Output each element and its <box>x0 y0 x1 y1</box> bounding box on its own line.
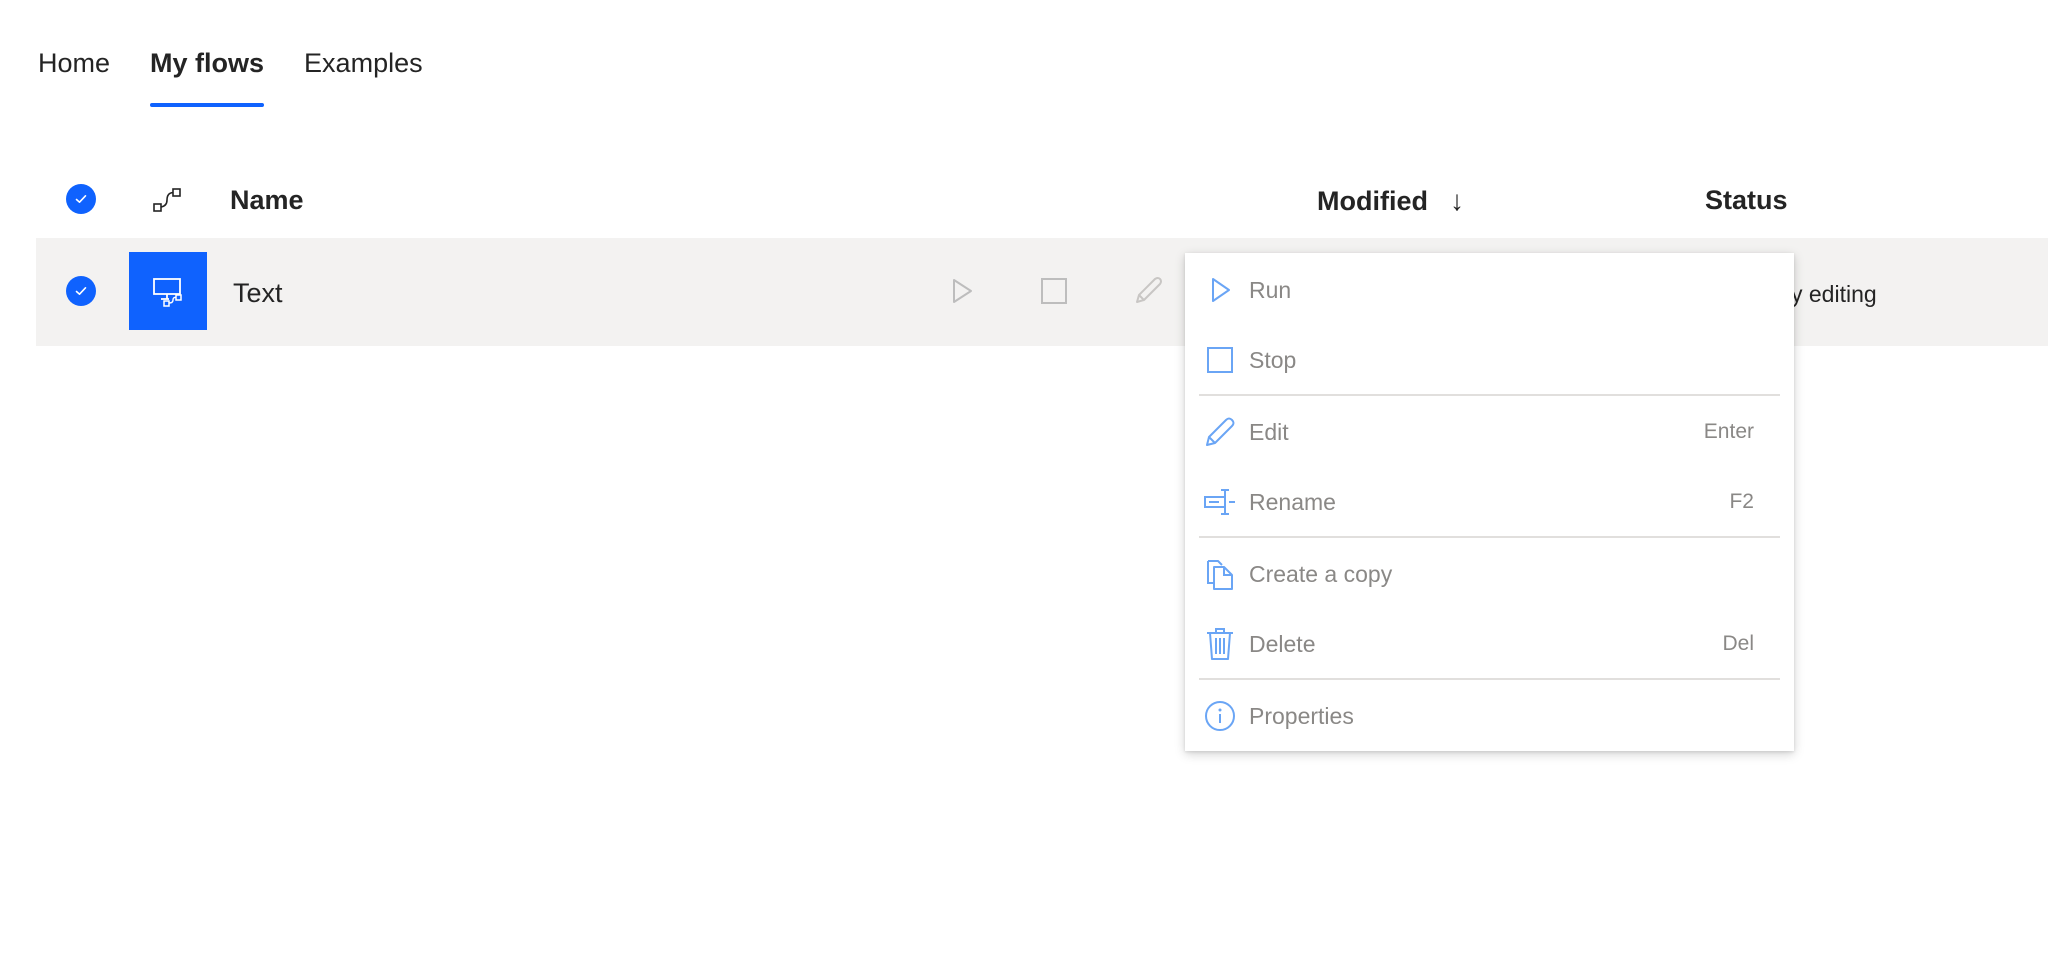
flow-type-icon <box>151 186 183 219</box>
info-icon <box>1203 699 1237 733</box>
checkmark-icon <box>66 184 96 214</box>
tab-examples[interactable]: Examples <box>304 48 423 107</box>
menu-separator <box>1199 678 1780 680</box>
menu-item-run[interactable]: Run <box>1185 262 1794 318</box>
menu-item-properties[interactable]: Properties <box>1185 688 1794 744</box>
column-header-modified[interactable]: Modified ↓ <box>1317 185 1464 217</box>
my-flows-page: Home My flows Examples Name Modified ↓ S… <box>0 0 2048 973</box>
row-checkbox[interactable] <box>66 276 96 306</box>
menu-item-shortcut: Enter <box>1703 420 1754 443</box>
flow-name[interactable]: Text <box>233 278 283 309</box>
trash-icon <box>1203 627 1237 661</box>
menu-item-shortcut: F2 <box>1729 490 1754 513</box>
pencil-icon <box>1136 277 1162 303</box>
menu-item-label: Delete <box>1249 630 1316 657</box>
menu-item-shortcut: Del <box>1722 632 1754 655</box>
tab-home[interactable]: Home <box>38 48 110 107</box>
menu-separator <box>1199 536 1780 538</box>
menu-item-delete[interactable]: Delete Del <box>1185 616 1794 672</box>
play-icon <box>1203 273 1237 307</box>
stop-icon <box>1203 343 1237 377</box>
column-header-modified-label: Modified <box>1317 185 1428 216</box>
row-run-button[interactable] <box>944 273 980 309</box>
copy-icon <box>1203 557 1237 591</box>
menu-separator <box>1199 394 1780 396</box>
row-stop-button[interactable] <box>1036 273 1072 309</box>
menu-item-label: Run <box>1249 276 1292 303</box>
rename-icon <box>1203 485 1237 519</box>
stop-icon <box>1041 278 1067 304</box>
menu-item-rename[interactable]: Rename F2 <box>1185 474 1794 530</box>
table-header: Name Modified ↓ Status <box>0 172 2048 228</box>
row-edit-button[interactable] <box>1130 273 1166 309</box>
column-header-name[interactable]: Name <box>230 185 304 216</box>
menu-item-label: Rename <box>1249 488 1336 515</box>
pencil-icon <box>1203 415 1237 449</box>
top-tabs: Home My flows Examples <box>38 48 463 107</box>
select-all-checkbox[interactable] <box>66 184 96 214</box>
menu-item-label: Create a copy <box>1249 560 1393 587</box>
menu-item-label: Properties <box>1249 702 1354 729</box>
menu-item-create-copy[interactable]: Create a copy <box>1185 546 1794 602</box>
context-menu: Run Stop Edit Enter Rename F2 Create a c… <box>1185 253 1794 751</box>
row-status-text: y editing <box>1791 281 1877 307</box>
tab-my-flows[interactable]: My flows <box>150 48 265 107</box>
menu-item-stop[interactable]: Stop <box>1185 332 1794 388</box>
checkmark-icon <box>66 276 96 306</box>
menu-item-label: Stop <box>1249 346 1297 373</box>
desktop-flow-icon <box>129 252 207 330</box>
menu-item-edit[interactable]: Edit Enter <box>1185 404 1794 460</box>
menu-item-label: Edit <box>1249 418 1289 445</box>
play-icon <box>953 279 972 303</box>
column-header-status[interactable]: Status <box>1705 185 1788 216</box>
sort-down-arrow-icon: ↓ <box>1449 185 1464 216</box>
